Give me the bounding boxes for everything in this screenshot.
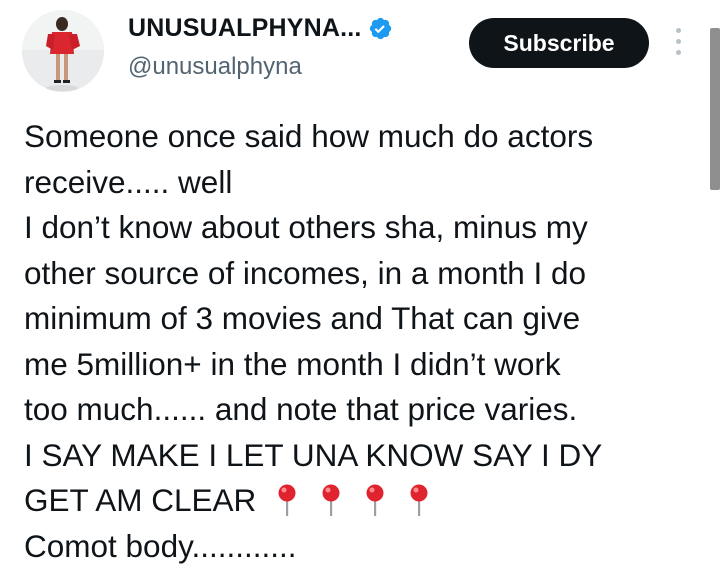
round-pushpin-icon (410, 484, 428, 516)
more-vertical-icon[interactable] (670, 28, 686, 62)
verified-badge-icon (369, 17, 391, 40)
tweet-line: GET AM CLEAR (24, 482, 257, 518)
tweet-line: Comot body............ (24, 527, 297, 564)
author-handle[interactable]: @unusualphyna (128, 53, 302, 81)
round-pushpin-icon (366, 484, 384, 516)
tweet-line: receive..... well (24, 163, 233, 200)
round-pushpin-icon (278, 484, 296, 516)
round-pushpin-icon (322, 484, 340, 516)
tweet-body: Someone once said how much do actors rec… (24, 114, 704, 569)
tweet-line-with-emoji: GET AM CLEAR (24, 478, 704, 524)
tweet-line: Someone once said how much do actors (24, 118, 594, 154)
tweet-line: other source of incomes, in a month I do (24, 254, 587, 291)
display-name[interactable]: UNUSUALPHYNA... (128, 14, 362, 43)
tweet-line: minimum of 3 movies and That can give (24, 300, 581, 336)
tweet-line: too much...... and note that price varie… (24, 391, 578, 427)
subscribe-button[interactable]: Subscribe (469, 18, 649, 68)
author-name-row: UNUSUALPHYNA... (128, 14, 393, 43)
tweet-line: I don’t know about others sha, minus my (24, 209, 588, 245)
scrollbar-thumb[interactable] (710, 28, 720, 190)
avatar-photo-icon (22, 10, 104, 92)
pushpin-emoji-group (256, 482, 430, 518)
avatar[interactable] (22, 10, 104, 92)
tweet-line: I SAY MAKE I LET UNA KNOW SAY I DY (24, 436, 603, 473)
tweet-header: UNUSUALPHYNA... @unusualphyna Subscribe (0, 0, 720, 110)
tweet-line: me 5million+ in the month I didn’t work (24, 345, 561, 382)
